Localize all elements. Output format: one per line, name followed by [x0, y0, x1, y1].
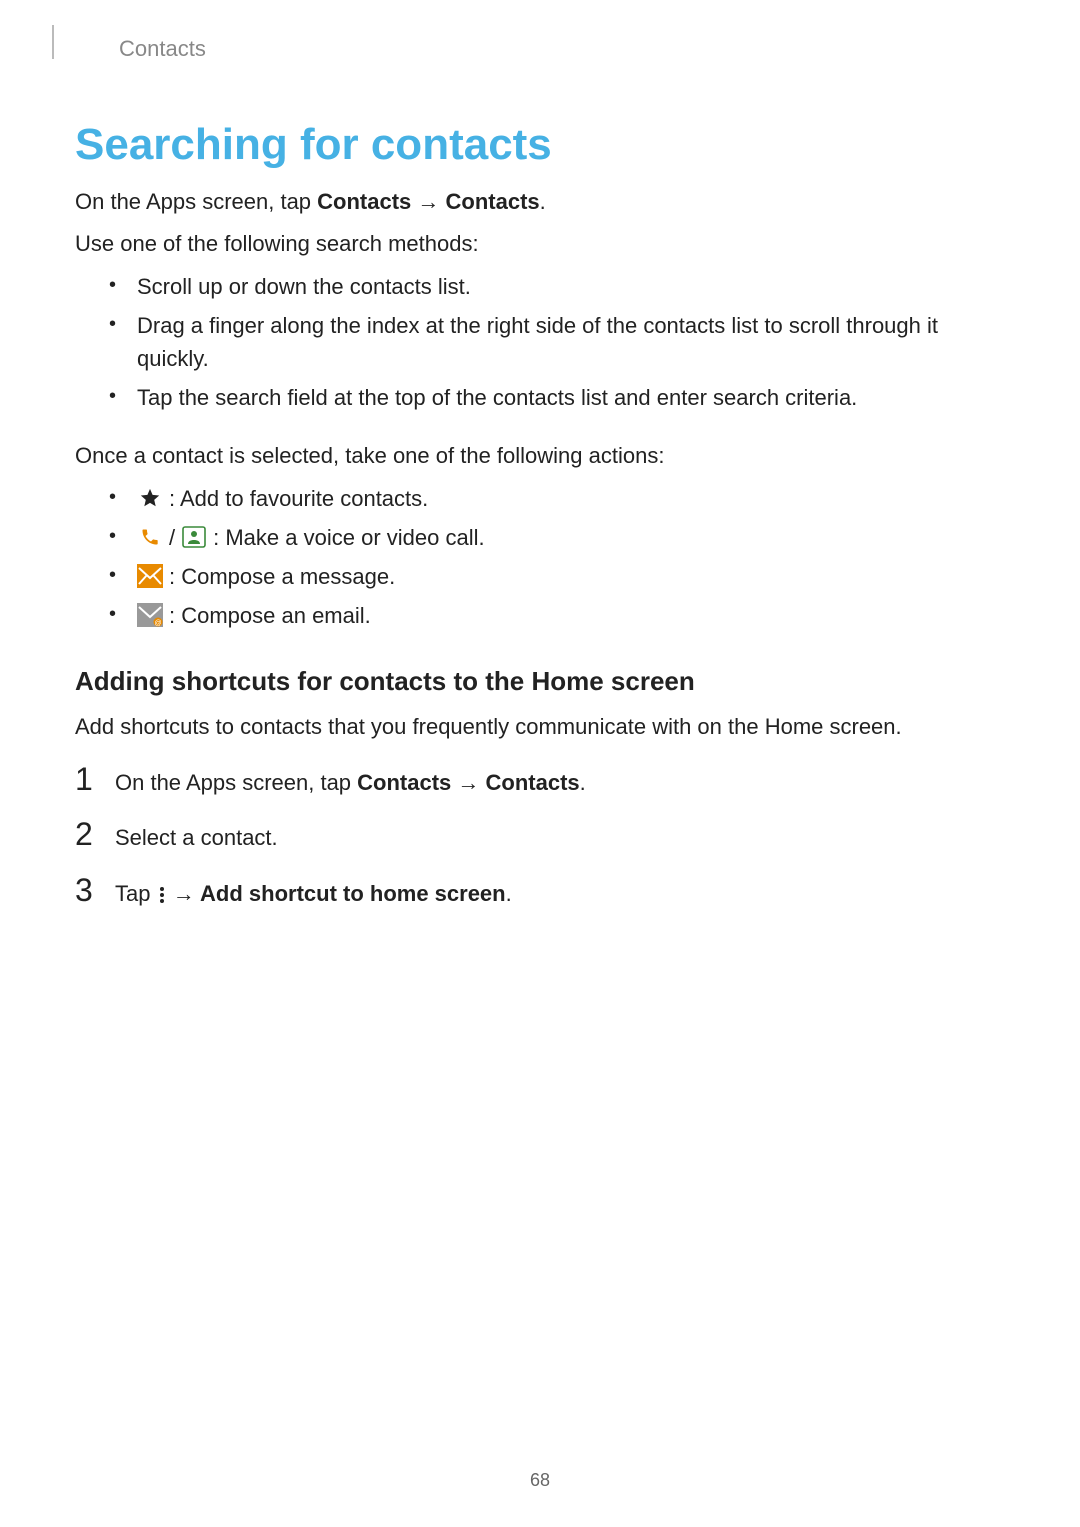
step-number: 3: [75, 872, 97, 909]
step-number: 2: [75, 816, 97, 853]
svg-text:@: @: [154, 620, 161, 627]
text: : Compose a message.: [169, 560, 395, 593]
intro-line-2: Use one of the following search methods:: [75, 228, 1005, 260]
list-item: @ : Compose an email.: [75, 599, 1005, 632]
step-number: 1: [75, 761, 97, 798]
list-item: : Compose a message.: [75, 560, 1005, 593]
section-label: Contacts: [119, 36, 1005, 62]
text: : Add to favourite contacts.: [169, 482, 428, 515]
text: : Make a voice or video call.: [213, 521, 484, 554]
page-title: Searching for contacts: [75, 120, 1005, 170]
step-text: Tap → Add shortcut to home screen.: [115, 879, 512, 910]
step-text: On the Apps screen, tap Contacts → Conta…: [115, 768, 586, 799]
subheading: Adding shortcuts for contacts to the Hom…: [75, 666, 1005, 697]
steps-list: 1 On the Apps screen, tap Contacts → Con…: [75, 761, 1005, 910]
sub-intro: Add shortcuts to contacts that you frequ…: [75, 711, 1005, 743]
arrow: →: [451, 770, 485, 795]
arrow: →: [167, 881, 200, 906]
list-item: / : Make a voice or video call.: [75, 521, 1005, 554]
text: : Compose an email.: [169, 599, 371, 632]
arrow: →: [411, 189, 445, 214]
list-item: : Add to favourite contacts.: [75, 482, 1005, 515]
step-item: 1 On the Apps screen, tap Contacts → Con…: [75, 761, 1005, 799]
star-icon: [137, 486, 163, 510]
search-methods-list: Scroll up or down the contacts list. Dra…: [75, 270, 1005, 414]
text: Tap: [115, 881, 157, 906]
list-item: Scroll up or down the contacts list.: [75, 270, 1005, 303]
text-bold: Contacts: [357, 770, 451, 795]
more-options-icon: [157, 883, 167, 907]
text: .: [580, 770, 586, 795]
text-bold: Add shortcut to home screen: [200, 881, 506, 906]
message-icon: [137, 564, 163, 588]
text: /: [169, 521, 175, 554]
page-number: 68: [0, 1470, 1080, 1491]
email-icon: @: [137, 603, 163, 627]
actions-list: : Add to favourite contacts. / : Make a …: [75, 482, 1005, 632]
text-bold: Contacts: [446, 189, 540, 214]
video-call-icon: [181, 525, 207, 549]
step-item: 3 Tap → Add shortcut to home screen.: [75, 872, 1005, 910]
actions-intro: Once a contact is selected, take one of …: [75, 440, 1005, 472]
text: On the Apps screen, tap: [115, 770, 357, 795]
text-bold: Contacts: [317, 189, 411, 214]
text-bold: Contacts: [486, 770, 580, 795]
text: On the Apps screen, tap: [75, 189, 317, 214]
step-text: Select a contact.: [115, 823, 278, 854]
text: .: [540, 189, 546, 214]
list-item: Tap the search field at the top of the c…: [75, 381, 1005, 414]
intro-line-1: On the Apps screen, tap Contacts → Conta…: [75, 186, 1005, 218]
list-item: Drag a finger along the index at the rig…: [75, 309, 1005, 375]
header-marker: [52, 25, 54, 59]
page-content: Contacts Searching for contacts On the A…: [0, 0, 1080, 910]
phone-icon: [137, 525, 163, 549]
text: .: [506, 881, 512, 906]
step-item: 2 Select a contact.: [75, 816, 1005, 854]
